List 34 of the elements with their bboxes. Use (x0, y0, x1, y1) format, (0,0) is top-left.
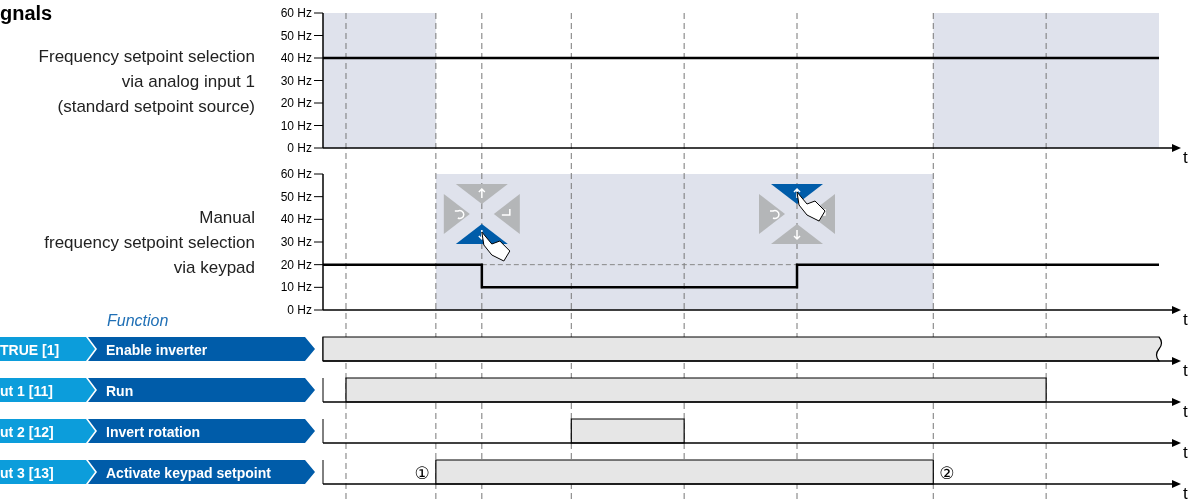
tick-label: 20 Hz (280, 257, 312, 272)
tick-label: 10 Hz (280, 280, 312, 295)
axis-label: t (1183, 484, 1188, 502)
source-text: ut 2 [12] (0, 424, 54, 440)
tick-label: 50 Hz (280, 189, 312, 204)
function-text: Invert rotation (106, 424, 201, 440)
function-text: Run (106, 383, 134, 399)
event-marker: ① (414, 463, 430, 483)
axis-label: t (1183, 443, 1188, 462)
tick-label: 30 Hz (280, 235, 312, 249)
column-heading: Function (107, 312, 169, 329)
tick-label: 60 Hz (280, 6, 312, 20)
tick-label: 40 Hz (280, 51, 312, 65)
source-text: TRUE [1] (0, 342, 60, 358)
axis-label: t (1183, 310, 1188, 329)
section-title: gnals (0, 2, 53, 24)
function-text: Enable inverter (106, 342, 208, 358)
tick-label: 10 Hz (280, 118, 312, 133)
tick-label: 20 Hz (280, 96, 312, 110)
signal-description: Manual frequency setpoint selection via keypad (44, 208, 255, 277)
tick-label: 0 Hz (287, 303, 312, 317)
tick-label: 50 Hz (280, 28, 312, 43)
tick-label: 0 Hz (287, 141, 312, 155)
function-text: Activate keypad setpoint (106, 465, 271, 481)
tick-label: 30 Hz (280, 73, 312, 88)
source-text: ut 1 [11] (0, 383, 53, 399)
tick-label: 60 Hz (280, 167, 312, 181)
signal-description: Frequency setpoint selection via analog input 1 (standard setpoint source) (38, 46, 255, 116)
axis-label: t (1183, 402, 1188, 421)
axis-label: t (1183, 361, 1188, 380)
axis-label: t (1183, 148, 1188, 167)
source-text: ut 3 [13] (0, 465, 54, 481)
tick-label: 40 Hz (280, 212, 312, 227)
event-marker: ② (939, 463, 955, 483)
